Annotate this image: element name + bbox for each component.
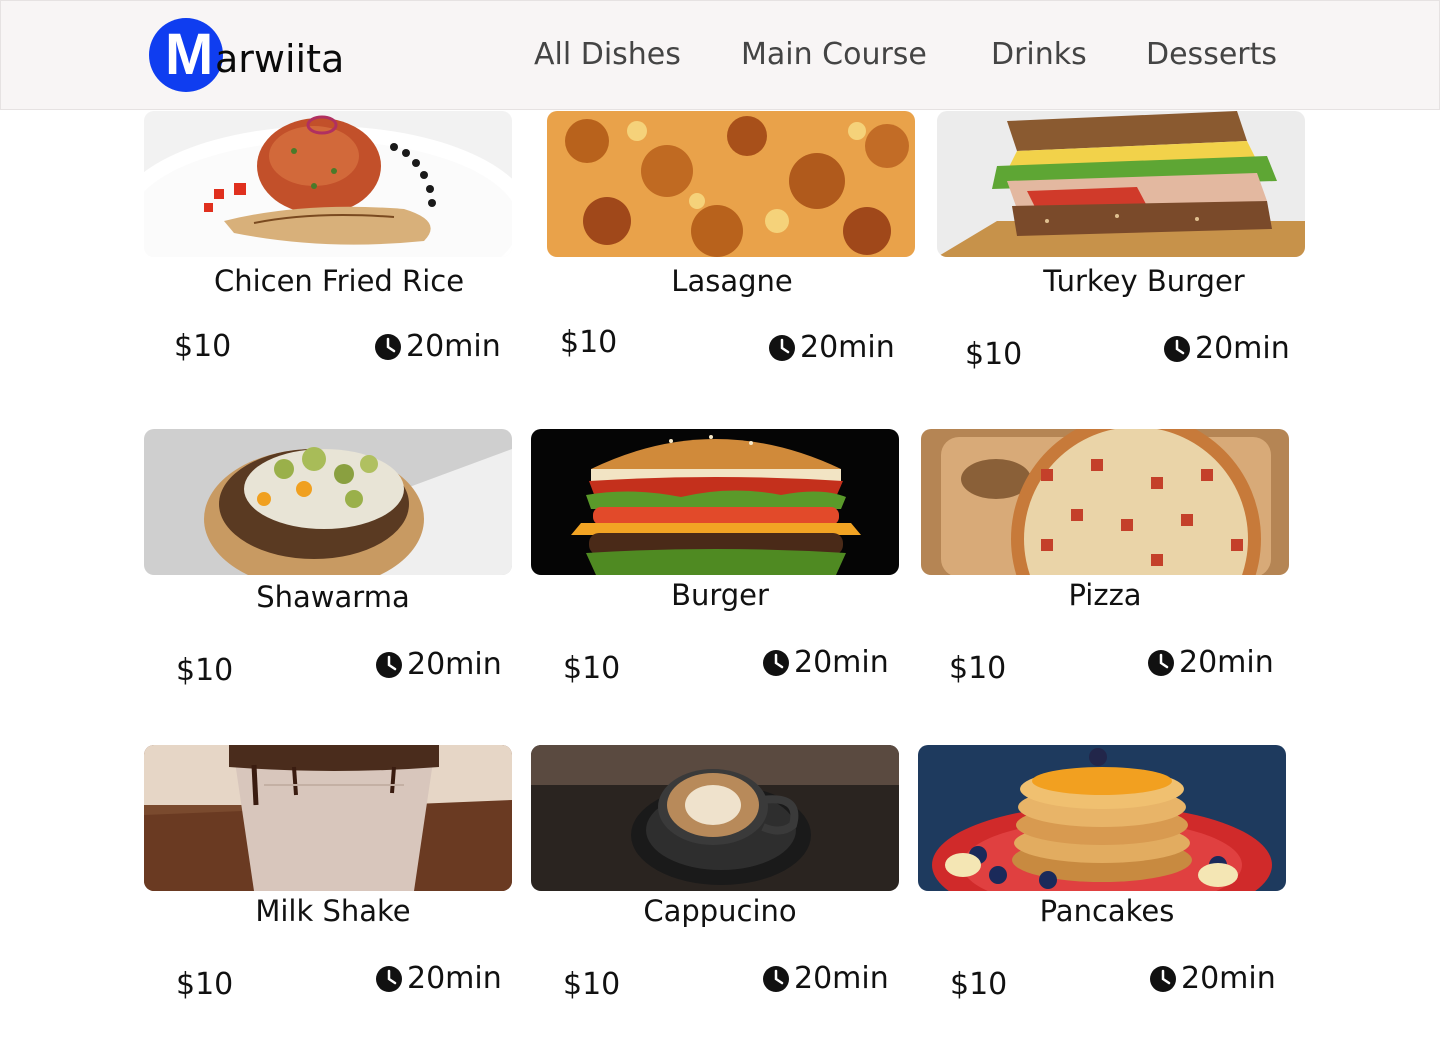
dish-image[interactable] (144, 745, 512, 891)
dish-time-label: 20min (1181, 961, 1276, 996)
dish-price: $10 (560, 325, 618, 360)
dish-card[interactable]: Milk Shake $10 20min (144, 745, 512, 1015)
top-navbar: M arwiita All Dishes Main Course Drinks … (0, 0, 1440, 110)
dish-time: 20min (762, 959, 889, 999)
dish-card[interactable]: Cappucino $10 20min (531, 745, 899, 1015)
dish-card[interactable]: Turkey Burger $10 20min (937, 111, 1305, 381)
dish-card[interactable]: Lasagne $10 20min (547, 111, 915, 381)
dish-name: Chicen Fried Rice (213, 264, 465, 298)
dish-name: Cappucino (643, 894, 797, 928)
dish-price: $10 (965, 337, 1023, 372)
dish-price: $10 (176, 653, 234, 688)
dish-time-label: 20min (1195, 331, 1290, 366)
dish-image[interactable] (531, 429, 899, 575)
dish-time: 20min (762, 643, 889, 683)
dish-image[interactable] (531, 745, 899, 891)
dish-time-label: 20min (407, 961, 502, 996)
clock-icon (763, 966, 789, 992)
dish-card[interactable]: Pancakes $10 20min (918, 745, 1286, 1015)
dish-time: 20min (1147, 643, 1274, 683)
nav-drinks[interactable]: Drinks (991, 35, 1087, 75)
nav-main-course[interactable]: Main Course (741, 35, 927, 75)
dish-time-label: 20min (794, 645, 889, 680)
logo-letter: M (165, 22, 214, 87)
dish-image[interactable] (937, 111, 1305, 257)
dish-name: Shawarma (256, 580, 410, 614)
dish-price: $10 (176, 967, 234, 1002)
dish-time-label: 20min (407, 647, 502, 682)
dish-card[interactable]: Chicen Fried Rice $10 20min (144, 111, 512, 381)
clock-icon (376, 652, 402, 678)
clock-icon (763, 650, 789, 676)
dish-time-label: 20min (1179, 645, 1274, 680)
dish-price: $10 (563, 967, 621, 1002)
dish-name: Milk Shake (255, 894, 411, 928)
nav-all-dishes[interactable]: All Dishes (534, 35, 681, 75)
dish-time: 20min (375, 645, 502, 685)
dish-price: $10 (563, 651, 621, 686)
clock-icon (375, 334, 401, 360)
dish-time-label: 20min (794, 961, 889, 996)
logo-text: arwiita (215, 37, 345, 81)
dish-time: 20min (768, 328, 895, 368)
clock-icon (1148, 650, 1174, 676)
dish-card[interactable]: Pizza $10 20min (921, 429, 1289, 699)
dish-card[interactable]: Shawarma $10 20min (144, 429, 512, 699)
clock-icon (376, 966, 402, 992)
dish-name: Burger (671, 578, 769, 612)
dish-price: $10 (174, 329, 232, 364)
dish-price: $10 (950, 967, 1008, 1002)
dish-price: $10 (949, 651, 1007, 686)
dish-time-label: 20min (406, 329, 501, 364)
dish-name: Turkey Burger (1043, 264, 1245, 298)
dish-time-label: 20min (800, 330, 895, 365)
clock-icon (769, 335, 795, 361)
logo-badge-icon: M (149, 18, 223, 92)
clock-icon (1164, 336, 1190, 362)
dish-time: 20min (1163, 329, 1290, 369)
dish-image[interactable] (918, 745, 1286, 891)
dish-time: 20min (1149, 959, 1276, 999)
dish-name: Lasagne (671, 264, 793, 298)
dish-time: 20min (374, 327, 501, 367)
dish-image[interactable] (547, 111, 915, 257)
dish-name: Pizza (1068, 578, 1142, 612)
dish-time: 20min (375, 959, 502, 999)
dish-name: Pancakes (1039, 894, 1175, 928)
dish-card[interactable]: Burger $10 20min (531, 429, 899, 699)
nav-desserts[interactable]: Desserts (1146, 35, 1277, 75)
dish-image[interactable] (144, 429, 512, 575)
brand-logo[interactable]: M arwiita (149, 17, 344, 93)
dish-image[interactable] (144, 111, 512, 257)
clock-icon (1150, 966, 1176, 992)
dish-image[interactable] (921, 429, 1289, 575)
